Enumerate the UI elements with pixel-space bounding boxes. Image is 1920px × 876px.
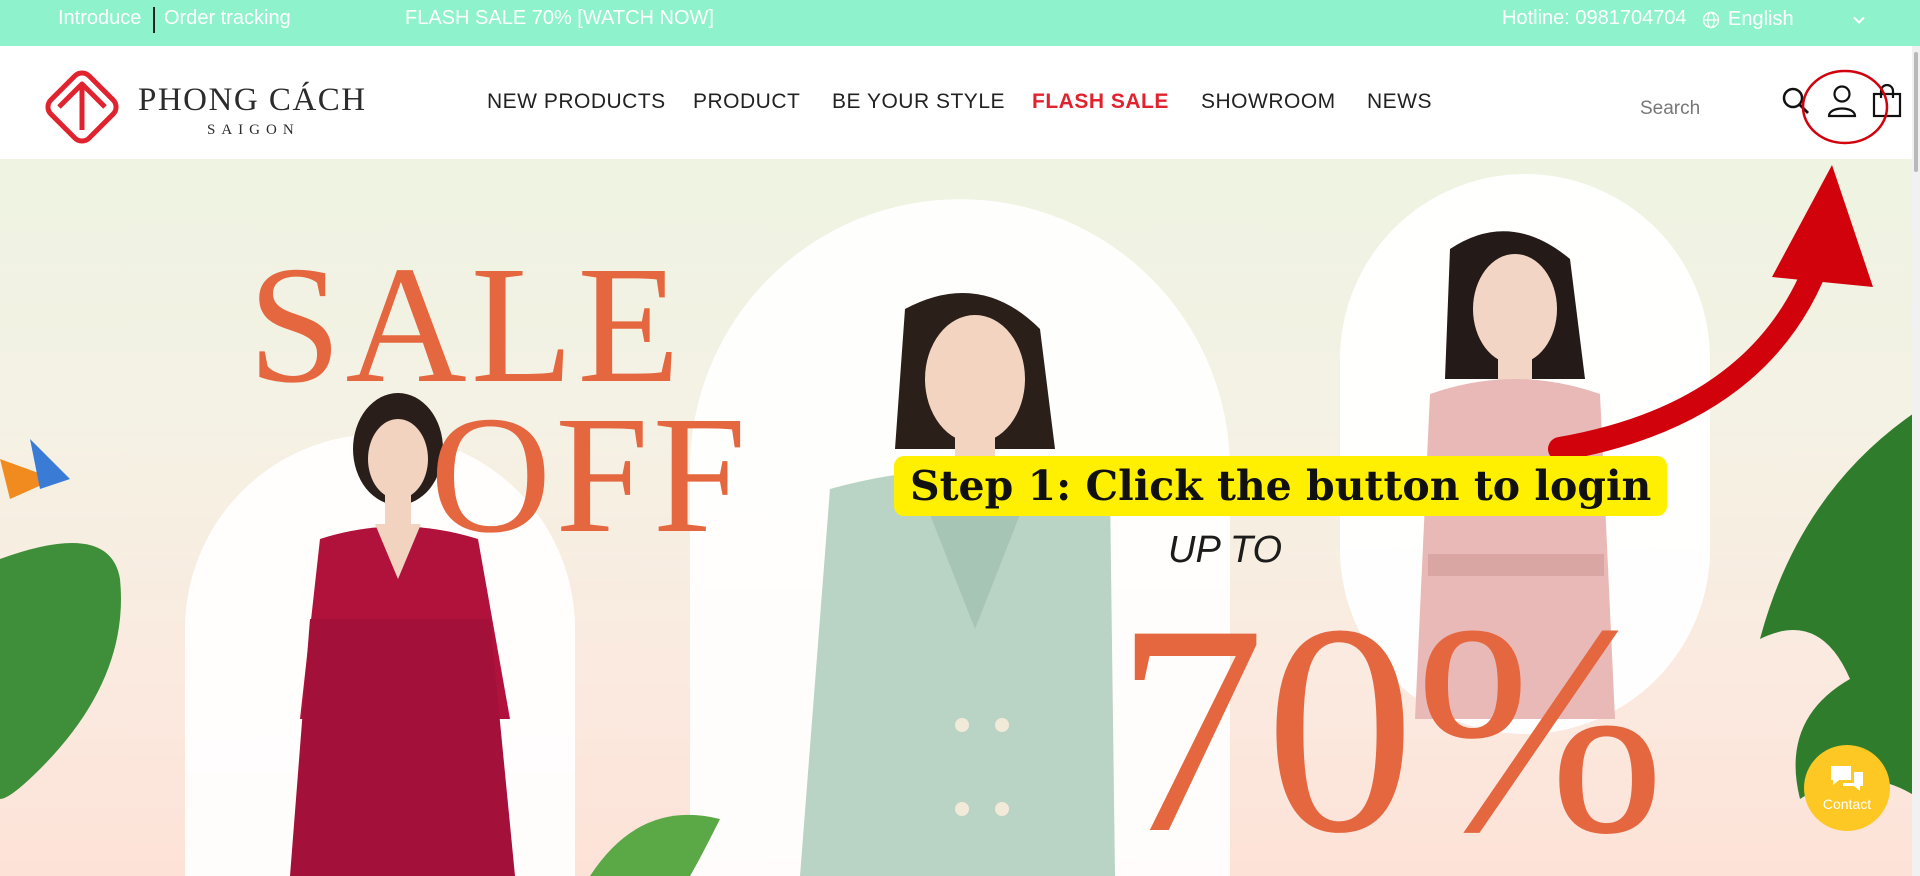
topbar-divider	[153, 7, 155, 33]
nav-news[interactable]: NEWS	[1367, 90, 1432, 114]
brand-name[interactable]: PHONG CÁCH	[138, 82, 367, 119]
scrollbar-thumb[interactable]	[1914, 52, 1918, 172]
flash-sale-promo-link[interactable]: FLASH SALE 70% [WATCH NOW]	[405, 7, 714, 30]
nav-showroom[interactable]: SHOWROOM	[1201, 90, 1336, 114]
search-input[interactable]: Search	[1640, 98, 1700, 120]
introduce-link[interactable]: Introduce	[58, 7, 141, 30]
off-text: OFF	[430, 382, 751, 568]
hero-banner[interactable]: SALE OFF UP TO 70% Contact	[0, 159, 1920, 876]
nav-new-products[interactable]: NEW PRODUCTS	[487, 90, 666, 114]
language-selector[interactable]: English	[1702, 8, 1866, 31]
chat-icon	[1831, 766, 1863, 791]
hotline-text: Hotline: 0981704704	[1502, 7, 1687, 29]
order-tracking-link[interactable]: Order tracking	[164, 7, 291, 30]
red-arrow-head	[1772, 165, 1873, 287]
top-bar: Introduce Order tracking FLASH SALE 70% …	[0, 0, 1920, 46]
globe-icon	[1702, 11, 1720, 28]
step-instruction-callout: Step 1: Click the button to login	[894, 456, 1668, 516]
left-monstera-leaf	[0, 543, 121, 799]
brand-subtitle: SAIGON	[207, 122, 300, 138]
chevron-down-icon	[1852, 16, 1865, 24]
nav-product[interactable]: PRODUCT	[693, 90, 800, 114]
language-label: English	[1728, 8, 1794, 30]
contact-label: Contact	[1822, 796, 1872, 812]
nav-be-your-style[interactable]: BE YOUR STYLE	[832, 90, 1005, 114]
nav-flash-sale[interactable]: FLASH SALE	[1032, 90, 1169, 114]
site-header: PHONG CÁCH SAIGON NEW PRODUCTS PRODUCT B…	[0, 46, 1920, 159]
percent-text: 70%	[1115, 563, 1665, 876]
left-bird-of-paradise	[0, 439, 70, 499]
highlight-circle	[1801, 69, 1889, 145]
right-palm-leaf	[1760, 409, 1920, 799]
brand-logo-icon[interactable]	[39, 64, 125, 150]
contact-button[interactable]: Contact	[1804, 745, 1890, 831]
